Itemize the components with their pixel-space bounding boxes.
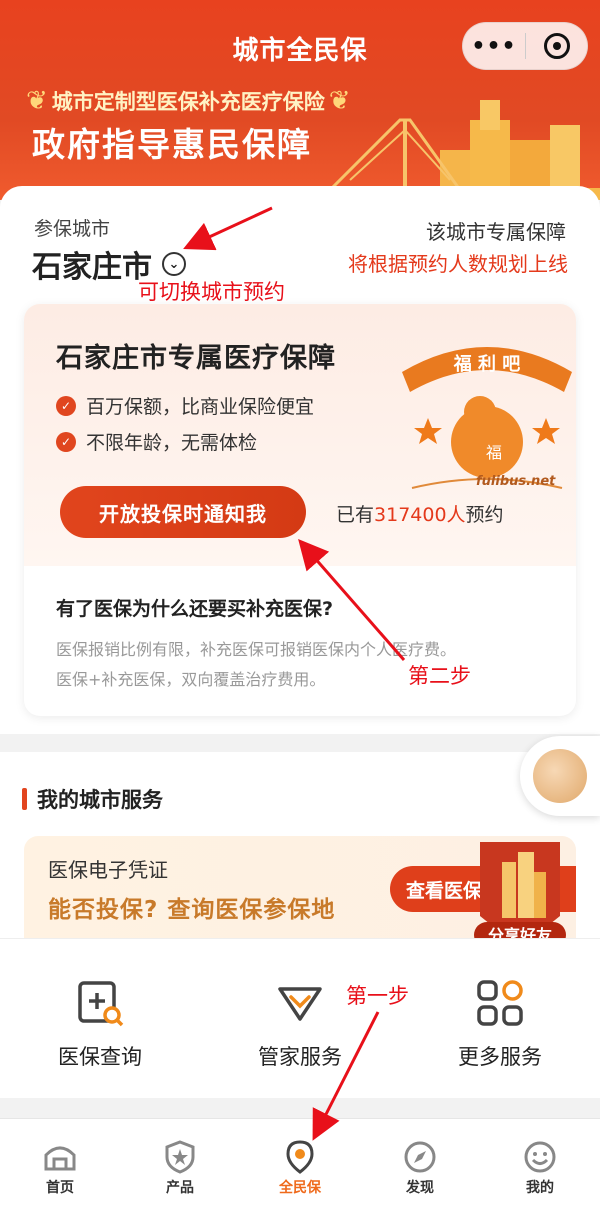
feature-item: ✓ 不限年龄，无需体检 <box>56 428 257 455</box>
tab-home[interactable]: 首页 <box>0 1119 120 1218</box>
notify-me-button[interactable]: 开放投保时通知我 <box>60 486 306 538</box>
quick-label: 医保查询 <box>58 1045 142 1069</box>
exclusive-title: 该城市专属保障 <box>426 220 566 244</box>
city-insurance-card: 参保城市 石家庄市 ⌄ 该城市专属保障 将根据预约人数规划上线 可切换城市预约 … <box>0 186 600 734</box>
promo-card: 石家庄市专属医疗保障 ✓ 百万保额，比商业保险便宜 ✓ 不限年龄，无需体检 福 … <box>24 304 576 716</box>
feature-text: 不限年龄，无需体检 <box>86 432 258 454</box>
banner-headline: 政府指导惠民保障 <box>32 125 312 164</box>
promo-avatar-icon <box>533 749 587 803</box>
mini-program-capsule: ••• <box>462 22 588 70</box>
section-title: 我的城市服务 <box>37 788 163 812</box>
tab-label: 首页 <box>46 1180 74 1196</box>
banner-subtitle-text: 城市定制型医保补充医疗保险 <box>51 90 325 114</box>
annotation-step-one: 第一步 <box>346 984 409 1008</box>
quick-item-butler-service[interactable]: 管家服务 <box>200 939 400 1099</box>
tab-label: 发现 <box>406 1180 434 1196</box>
watermark-url: fulibus.net <box>476 474 556 489</box>
laurel-left-icon: ❦ <box>26 86 48 116</box>
tab-quanminbao[interactable]: 全民保 <box>240 1119 360 1218</box>
city-skyline-illustration <box>320 100 600 200</box>
watermark-char-text: 福 <box>486 443 502 462</box>
location-pin-icon <box>286 1140 314 1174</box>
city-label: 参保城市 <box>34 218 111 240</box>
section-accent-bar <box>22 788 27 810</box>
reserve-prefix: 已有 <box>336 504 375 526</box>
reserve-number: 317400人 <box>374 504 466 526</box>
promo-title: 石家庄市专属医疗保障 <box>56 343 336 374</box>
close-circle-icon <box>543 33 570 59</box>
watermark-banner-text: 福 利 吧 <box>453 353 521 375</box>
feature-text: 百万保额，比商业保险便宜 <box>86 396 315 418</box>
reserve-suffix: 预约 <box>465 504 504 526</box>
why-title: 有了医保为什么还要买补充医保? <box>56 598 334 620</box>
card-subtitle: 能否投保? 查询医保参保地 <box>48 897 336 923</box>
quick-item-more-services[interactable]: 更多服务 <box>400 939 600 1099</box>
banner-subtitle: ❦ 城市定制型医保补充医疗保险 ❦ <box>22 86 355 116</box>
tab-mine[interactable]: 我的 <box>480 1119 600 1218</box>
check-icon: ✓ <box>56 431 76 452</box>
tab-label: 我的 <box>526 1180 554 1196</box>
tab-discover[interactable]: 发现 <box>360 1119 480 1218</box>
quick-label: 更多服务 <box>458 1045 542 1069</box>
more-services-icon <box>477 980 523 1026</box>
smile-icon <box>524 1141 556 1173</box>
quick-label: 管家服务 <box>258 1045 342 1069</box>
check-icon: ✓ <box>56 395 76 416</box>
tab-label: 全民保 <box>279 1180 321 1196</box>
tab-products[interactable]: 产品 <box>120 1119 240 1218</box>
chevron-down-icon: ⌄ <box>162 252 186 276</box>
why-line: 医保报销比例有限，补充医保可报销医保内个人医疗费。 <box>56 640 457 659</box>
tab-label: 产品 <box>166 1180 194 1196</box>
card-title: 医保电子凭证 <box>48 858 168 882</box>
exclusive-note: 将根据预约人数规划上线 <box>348 252 568 276</box>
quick-item-insurance-query[interactable]: 医保查询 <box>0 939 200 1099</box>
floating-promo-bubble[interactable] <box>520 736 600 816</box>
butler-service-icon <box>278 987 322 1021</box>
annotation-switch-city: 可切换城市预约 <box>138 280 285 304</box>
bottom-tab-bar: 首页 产品 全民保 发现 我的 <box>0 1118 600 1218</box>
compass-icon <box>404 1141 436 1173</box>
product-shield-icon <box>165 1140 195 1174</box>
why-line: 医保+补充医保，双向覆盖治疗费用。 <box>56 670 326 689</box>
section-header: 我的城市服务 <box>22 784 163 814</box>
insurance-search-icon <box>78 981 124 1027</box>
quick-entries: 医保查询 管家服务 更多服务 <box>0 938 600 1098</box>
home-icon <box>44 1146 76 1171</box>
more-options-button[interactable]: ••• <box>463 34 525 59</box>
reservation-count: 已有 317400人 预约 <box>336 500 504 527</box>
app-header: 城市全民保 ••• ❦ 城市定制型医保补充医疗保险 ❦ 政府指导惠民保障 <box>0 0 600 200</box>
annotation-step-two: 第二步 <box>408 664 471 688</box>
feature-item: ✓ 百万保额，比商业保险便宜 <box>56 392 314 419</box>
city-name: 石家庄市 <box>32 250 152 285</box>
close-button[interactable] <box>526 33 587 59</box>
